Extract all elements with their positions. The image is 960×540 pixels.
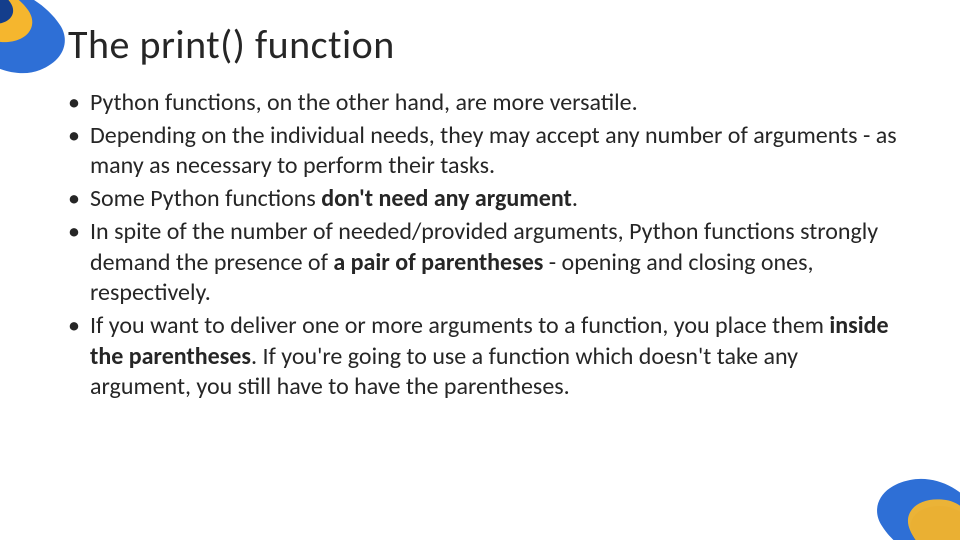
bullet-item: In spite of the number of needed/provide…: [68, 217, 898, 309]
text-run: .: [572, 184, 578, 213]
text-run: Depending on the individual needs, they …: [90, 121, 897, 181]
corner-decoration-bottom-right: [840, 450, 960, 540]
text-run: Some Python functions: [90, 184, 321, 213]
text-run: don't need any argument: [321, 184, 572, 213]
slide-title: The print() function: [68, 20, 395, 69]
bullet-item: Python functions, on the other hand, are…: [68, 88, 898, 119]
text-run: If you want to deliver one or more argum…: [90, 311, 829, 340]
bullet-item: Some Python functions don't need any arg…: [68, 184, 898, 215]
text-run: a pair of parentheses: [333, 248, 543, 277]
bullet-item: Depending on the individual needs, they …: [68, 121, 898, 182]
slide-body: Python functions, on the other hand, are…: [68, 88, 898, 405]
bullet-item: If you want to deliver one or more argum…: [68, 311, 898, 403]
slide: The print() function Python functions, o…: [0, 0, 960, 540]
bullet-list: Python functions, on the other hand, are…: [68, 88, 898, 403]
text-run: Python functions, on the other hand, are…: [90, 88, 638, 117]
